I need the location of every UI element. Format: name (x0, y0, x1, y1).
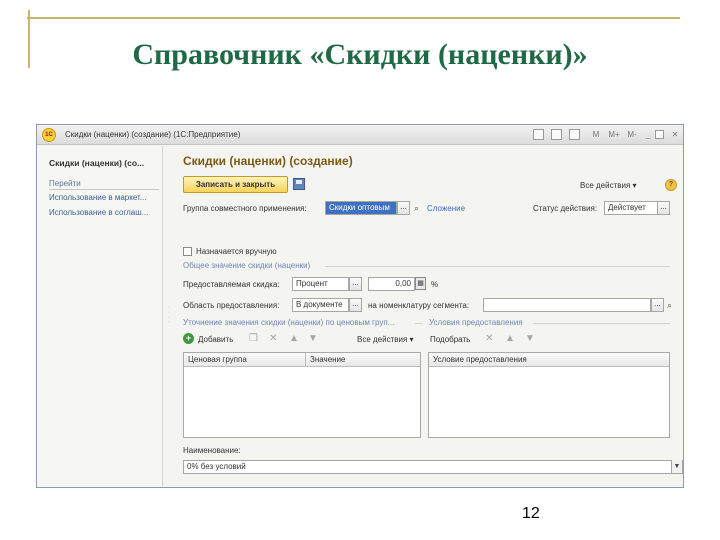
discount-type-field[interactable]: Процент (292, 277, 349, 291)
nomenclature-field[interactable] (483, 298, 651, 312)
manual-checkbox-label: Назначается вручную (196, 247, 277, 256)
area-field[interactable]: В документе (292, 298, 349, 312)
chevron-down-icon: ▾ (409, 335, 414, 344)
copy-icon[interactable]: ❐ (249, 333, 258, 345)
pick-button[interactable]: Подобрать (430, 335, 470, 344)
memory-plus-button[interactable]: M+ (608, 129, 620, 141)
minimize-icon[interactable]: _ (642, 129, 654, 141)
add-button[interactable]: Добавить (198, 335, 233, 344)
sidebar: Скидки (наценки) (со... Перейти Использо… (37, 146, 163, 487)
calculator-icon[interactable] (569, 129, 580, 140)
sidebar-link-marketing[interactable]: Использование в маркет... (49, 193, 146, 202)
discount-type-select-button[interactable]: ... (349, 277, 362, 291)
calculator-icon[interactable]: ▦ (415, 277, 426, 290)
all-actions-menu[interactable]: Все действия ▾ (580, 181, 637, 190)
memory-minus-button[interactable]: M- (626, 129, 638, 141)
slide-page-number: 12 (522, 505, 540, 522)
search-icon[interactable]: ⌕ (411, 201, 422, 215)
slide-title: Справочник «Скидки (наценки)» (132, 38, 588, 71)
general-section-title: Общее значение скидки (наценки) (183, 261, 311, 270)
price-group-table[interactable]: Ценовая группа Значение (183, 352, 421, 438)
sidebar-link-agreements[interactable]: Использование в соглаш... (49, 208, 148, 217)
area-select-button[interactable]: ... (349, 298, 362, 312)
conditions-section-title: Условия предоставления (429, 318, 523, 327)
conditions-table[interactable]: Условие предоставления (428, 352, 670, 438)
left-all-actions-menu[interactable]: Все действия ▾ (357, 335, 414, 344)
chevron-down-icon: ▾ (632, 181, 637, 190)
close-icon[interactable]: ✕ (669, 129, 681, 141)
group-select-button[interactable]: ... (397, 201, 410, 215)
dropdown-arrow-icon[interactable]: ▼ (671, 460, 682, 473)
window-title: Скидки (наценки) (создание) (1С:Предприя… (65, 130, 241, 139)
splitter-handle[interactable]: · · · · (168, 304, 170, 326)
nomenclature-label: на номенклатуру сегмента: (368, 301, 470, 310)
percent-sign: % (431, 280, 439, 289)
add-icon[interactable]: + (183, 333, 194, 344)
refine-section-title: Уточнение значения скидки (наценки) по ц… (183, 318, 395, 327)
slide-top-rule (27, 17, 680, 19)
name-field[interactable]: 0% без условий (183, 460, 683, 474)
column-header-value[interactable]: Значение (306, 353, 420, 367)
sidebar-divider (49, 189, 159, 190)
nomenclature-select-button[interactable]: ... (651, 298, 664, 312)
group-label: Группа совместного применения: (183, 204, 307, 213)
general-section-line (325, 266, 670, 267)
delete-icon[interactable]: ✕ (269, 333, 277, 345)
discount-label: Предоставляемая скидка: (183, 280, 280, 289)
discount-value-field[interactable]: 0,00 (368, 277, 415, 291)
move-up-icon[interactable]: ▲ (505, 333, 515, 345)
form-title: Скидки (наценки) (создание) (183, 154, 353, 168)
refine-section-line (415, 323, 423, 324)
column-header-price-group[interactable]: Ценовая группа (184, 353, 306, 367)
column-header-condition[interactable]: Условие предоставления (429, 353, 669, 367)
status-label: Статус действия: (533, 204, 598, 213)
status-select-button[interactable]: ... (657, 201, 670, 215)
maximize-icon[interactable] (655, 130, 664, 139)
title-bar: 1С Скидки (наценки) (создание) (1С:Предп… (37, 125, 683, 145)
composition-link[interactable]: Сложение (427, 204, 465, 213)
manual-checkbox[interactable] (183, 247, 192, 256)
save-and-close-button[interactable]: Записать и закрыть (183, 176, 288, 193)
help-icon[interactable]: ? (665, 179, 677, 191)
sidebar-goto-label: Перейти (49, 179, 81, 188)
move-down-icon[interactable]: ▼ (308, 333, 318, 345)
conditions-section-line (533, 323, 670, 324)
name-label: Наименование: (183, 446, 241, 455)
area-label: Область предоставления: (183, 301, 280, 310)
1c-logo-icon: 1С (42, 128, 56, 142)
form-area: Скидки (наценки) (создание) Записать и з… (175, 146, 683, 487)
delete-icon[interactable]: ✕ (485, 333, 493, 345)
all-actions-label: Все действия (580, 181, 631, 190)
search-icon[interactable]: ⌕ (664, 298, 675, 312)
calendar-icon[interactable] (551, 129, 562, 140)
memory-button[interactable]: M (590, 129, 602, 141)
group-field[interactable]: Скидки оптовым (325, 201, 397, 215)
tool-icon[interactable] (533, 129, 544, 140)
app-window: 1С Скидки (наценки) (создание) (1С:Предп… (36, 124, 684, 488)
sidebar-heading[interactable]: Скидки (наценки) (со... (49, 158, 144, 168)
save-icon[interactable] (293, 178, 305, 190)
left-all-actions-label: Все действия (357, 335, 408, 344)
status-field[interactable]: Действует (604, 201, 658, 215)
move-down-icon[interactable]: ▼ (525, 333, 535, 345)
move-up-icon[interactable]: ▲ (289, 333, 299, 345)
